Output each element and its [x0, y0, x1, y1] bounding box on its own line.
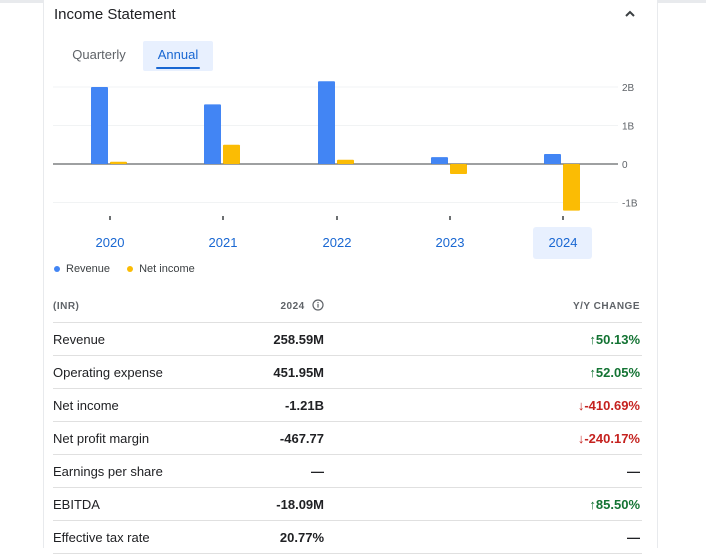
bar-net-income-2023 [450, 164, 467, 175]
row-value: -1.21B [194, 388, 520, 422]
row-label: Revenue [53, 322, 194, 356]
row-change: — [520, 454, 642, 488]
row-change: ↑50.13% [520, 322, 642, 356]
table-header-row: (INR) 2024 Y/Y CHANGE [53, 291, 642, 323]
row-change: ↓-240.17% [520, 421, 642, 455]
info-icon[interactable] [312, 299, 324, 314]
row-value: 258.59M [194, 322, 520, 356]
row-label: Effective tax rate [53, 520, 194, 554]
x-tick-label-2021: 2021 [209, 235, 238, 250]
table-row: Effective tax rate 20.77% — [53, 520, 642, 554]
change-header: Y/Y CHANGE [520, 291, 642, 323]
table-row: Earnings per share — — [53, 454, 642, 488]
legend-item-revenue: Revenue [54, 263, 110, 275]
y-tick-label: 2B [622, 83, 635, 94]
year-header-label: 2024 [280, 301, 305, 313]
row-change-value: 50.13% [595, 331, 640, 347]
row-change-value: — [627, 529, 640, 545]
bar-revenue-2021 [204, 104, 221, 164]
legend-label-net-income: Net income [139, 263, 195, 275]
x-tick-label-2020: 2020 [96, 235, 125, 250]
y-tick-label: 0 [622, 160, 628, 171]
table-row: Net income -1.21B ↓-410.69% [53, 388, 642, 422]
income-chart: 2B 1B 0 -1B 2020 2021 2022 2023 2024 [53, 81, 638, 250]
legend-item-net-income: Net income [127, 263, 195, 275]
row-value: — [194, 454, 520, 488]
bar-net-income-2020 [110, 161, 127, 164]
row-value: -467.77 [194, 421, 520, 455]
year-header: 2024 [194, 291, 520, 323]
y-tick-label: 1B [622, 122, 635, 133]
financials-table: (INR) 2024 Y/Y CHANGE Revenue 258.59M ↑50.… [53, 291, 642, 554]
row-change-value: — [627, 463, 640, 479]
bar-revenue-2023 [431, 157, 448, 164]
row-label: Operating expense [53, 355, 194, 389]
table-row: EBITDA -18.09M ↑85.50% [53, 487, 642, 521]
y-tick-label: -1B [622, 199, 638, 210]
bar-net-income-2024 [563, 164, 580, 211]
bar-revenue-2020 [91, 87, 108, 164]
currency-header: (INR) [53, 291, 194, 323]
row-change: ↑52.05% [520, 355, 642, 389]
x-tick-label-2023: 2023 [436, 235, 465, 250]
row-label: EBITDA [53, 487, 194, 521]
x-tick-label-2024: 2024 [549, 235, 578, 250]
row-change-value: 52.05% [595, 364, 640, 380]
bar-revenue-2022 [318, 81, 335, 164]
legend-dot-revenue [54, 266, 60, 272]
chart-legend: Revenue Net income [54, 263, 209, 275]
table-row: Net profit margin -467.77 ↓-240.17% [53, 421, 642, 455]
row-value: -18.09M [194, 487, 520, 521]
row-value: 451.95M [194, 355, 520, 389]
row-change: ↓-410.69% [520, 388, 642, 422]
bar-net-income-2022 [337, 159, 354, 164]
bar-revenue-2024 [544, 153, 561, 164]
row-change-value: -410.69% [584, 397, 640, 413]
row-label: Net profit margin [53, 421, 194, 455]
row-change-value: -240.17% [584, 430, 640, 446]
x-tick-label-2022: 2022 [323, 235, 352, 250]
row-change: — [520, 520, 642, 554]
row-label: Earnings per share [53, 454, 194, 488]
legend-label-revenue: Revenue [66, 263, 111, 275]
row-change-value: 85.50% [595, 496, 640, 512]
table-row: Operating expense 451.95M ↑52.05% [53, 355, 642, 389]
bar-net-income-2021 [223, 144, 240, 164]
row-value: 20.77% [194, 520, 520, 554]
row-label: Net income [53, 388, 194, 422]
legend-dot-net-income [127, 266, 134, 272]
row-change: ↑85.50% [520, 487, 642, 521]
table-row: Revenue 258.59M ↑50.13% [53, 322, 642, 356]
